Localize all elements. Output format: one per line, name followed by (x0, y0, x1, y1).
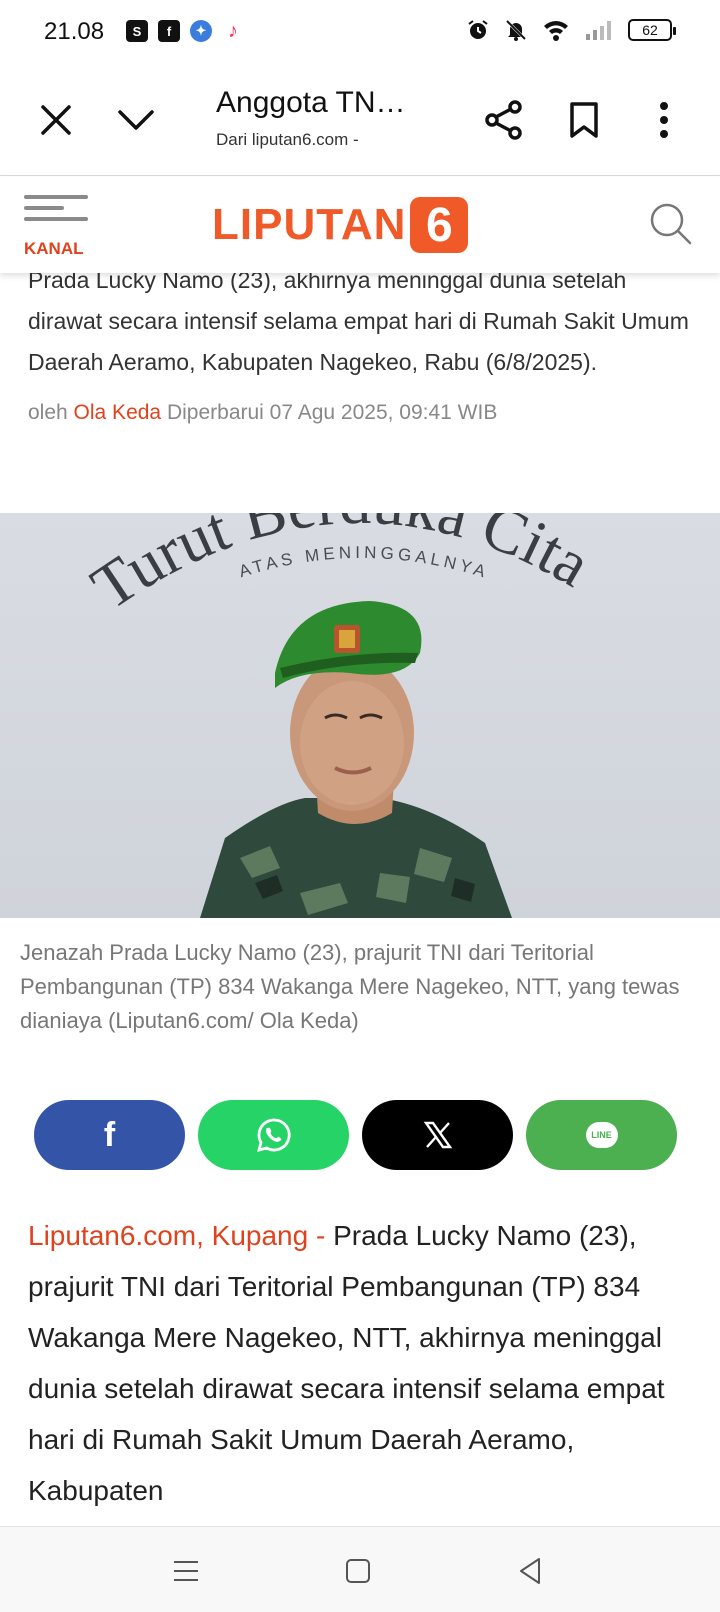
bookmark-icon (570, 102, 598, 138)
menu-lines-icon (174, 1561, 198, 1581)
more-vertical-icon (660, 102, 668, 138)
byline-prefix: oleh (28, 401, 68, 424)
browser-toolbar: Anggota TN… Dari liputan6.com - (0, 64, 720, 176)
share-x-button[interactable] (362, 1100, 513, 1170)
close-icon (41, 105, 71, 135)
close-button[interactable] (28, 92, 84, 148)
x-logo-icon (423, 1121, 452, 1149)
line-icon: LINE (585, 1122, 618, 1148)
menu-button[interactable] (24, 195, 88, 228)
page-title: Anggota TN… (216, 86, 406, 119)
back-button[interactable] (506, 1547, 554, 1595)
back-triangle-icon (520, 1558, 540, 1584)
tiktok-icon: ♪ (222, 20, 244, 42)
recent-apps-button[interactable] (162, 1547, 210, 1595)
author-link[interactable]: Ola Keda (74, 401, 162, 424)
article-body: Liputan6.com, Kupang - Prada Lucky Namo … (28, 1210, 698, 1516)
photo-image: Turut Berduka Cita ATAS MENINGGALNYA (79, 513, 602, 918)
article: Prada Lucky Namo (23), akhirnya meningga… (0, 260, 720, 425)
share-line-button[interactable]: LINE (526, 1100, 677, 1170)
bookmark-button[interactable] (556, 92, 612, 148)
photo-caption: Jenazah Prada Lucky Namo (23), prajurit … (20, 940, 680, 1033)
system-navigation-bar (0, 1526, 720, 1612)
more-options-button[interactable] (636, 92, 692, 148)
search-icon (650, 203, 692, 245)
collapse-button[interactable] (108, 92, 164, 148)
whatsapp-icon (256, 1118, 291, 1152)
status-bar: 21.08 S f ✦ ♪ 62 (0, 0, 720, 64)
battery-indicator: 62 (628, 19, 676, 41)
article-dateline: Liputan6.com, Kupang - (28, 1220, 326, 1251)
search-button[interactable] (648, 201, 696, 249)
logo-number: 6 (410, 197, 469, 253)
messenger-icon: ✦ (190, 20, 212, 42)
share-button[interactable] (476, 92, 532, 148)
article-body-text: Prada Lucky Namo (23), prajurit TNI dari… (28, 1220, 665, 1506)
byline: oleh Ola Keda Diperbarui 07 Agu 2025, 09… (0, 401, 720, 425)
page-source: Dari liputan6.com - (216, 130, 359, 149)
home-button[interactable] (334, 1547, 382, 1595)
share-icon (485, 100, 522, 140)
share-whatsapp-button[interactable] (198, 1100, 349, 1170)
chevron-down-icon (118, 110, 154, 130)
hamburger-icon (24, 195, 88, 199)
status-time: 21.08 (44, 18, 105, 45)
facebook-icon: f (103, 1115, 116, 1154)
notification-icons: S f ✦ ♪ (126, 20, 244, 42)
updated-time: Diperbarui 07 Agu 2025, 09:41 WIB (166, 401, 498, 424)
system-status-icons: 62 (466, 18, 676, 42)
article-lead: Prada Lucky Namo (23), akhirnya meningga… (28, 267, 689, 375)
menu-label[interactable]: KANAL (24, 239, 84, 259)
signal-icon (586, 21, 611, 40)
square-icon (346, 1559, 370, 1583)
alarm-icon (468, 20, 488, 39)
share-facebook-button[interactable]: f (34, 1100, 185, 1170)
site-logo[interactable]: LIPUTAN 6 (212, 197, 469, 253)
mute-icon (505, 19, 527, 41)
shopee-icon: S (126, 20, 148, 42)
wifi-icon (544, 21, 568, 41)
article-photo[interactable]: Turut Berduka Cita ATAS MENINGGALNYA (0, 513, 720, 918)
facebook-icon: f (158, 20, 180, 42)
logo-text: LIPUTAN (212, 200, 407, 249)
site-header: KANAL LIPUTAN 6 (0, 177, 720, 273)
share-buttons: f LINE (34, 1100, 677, 1170)
